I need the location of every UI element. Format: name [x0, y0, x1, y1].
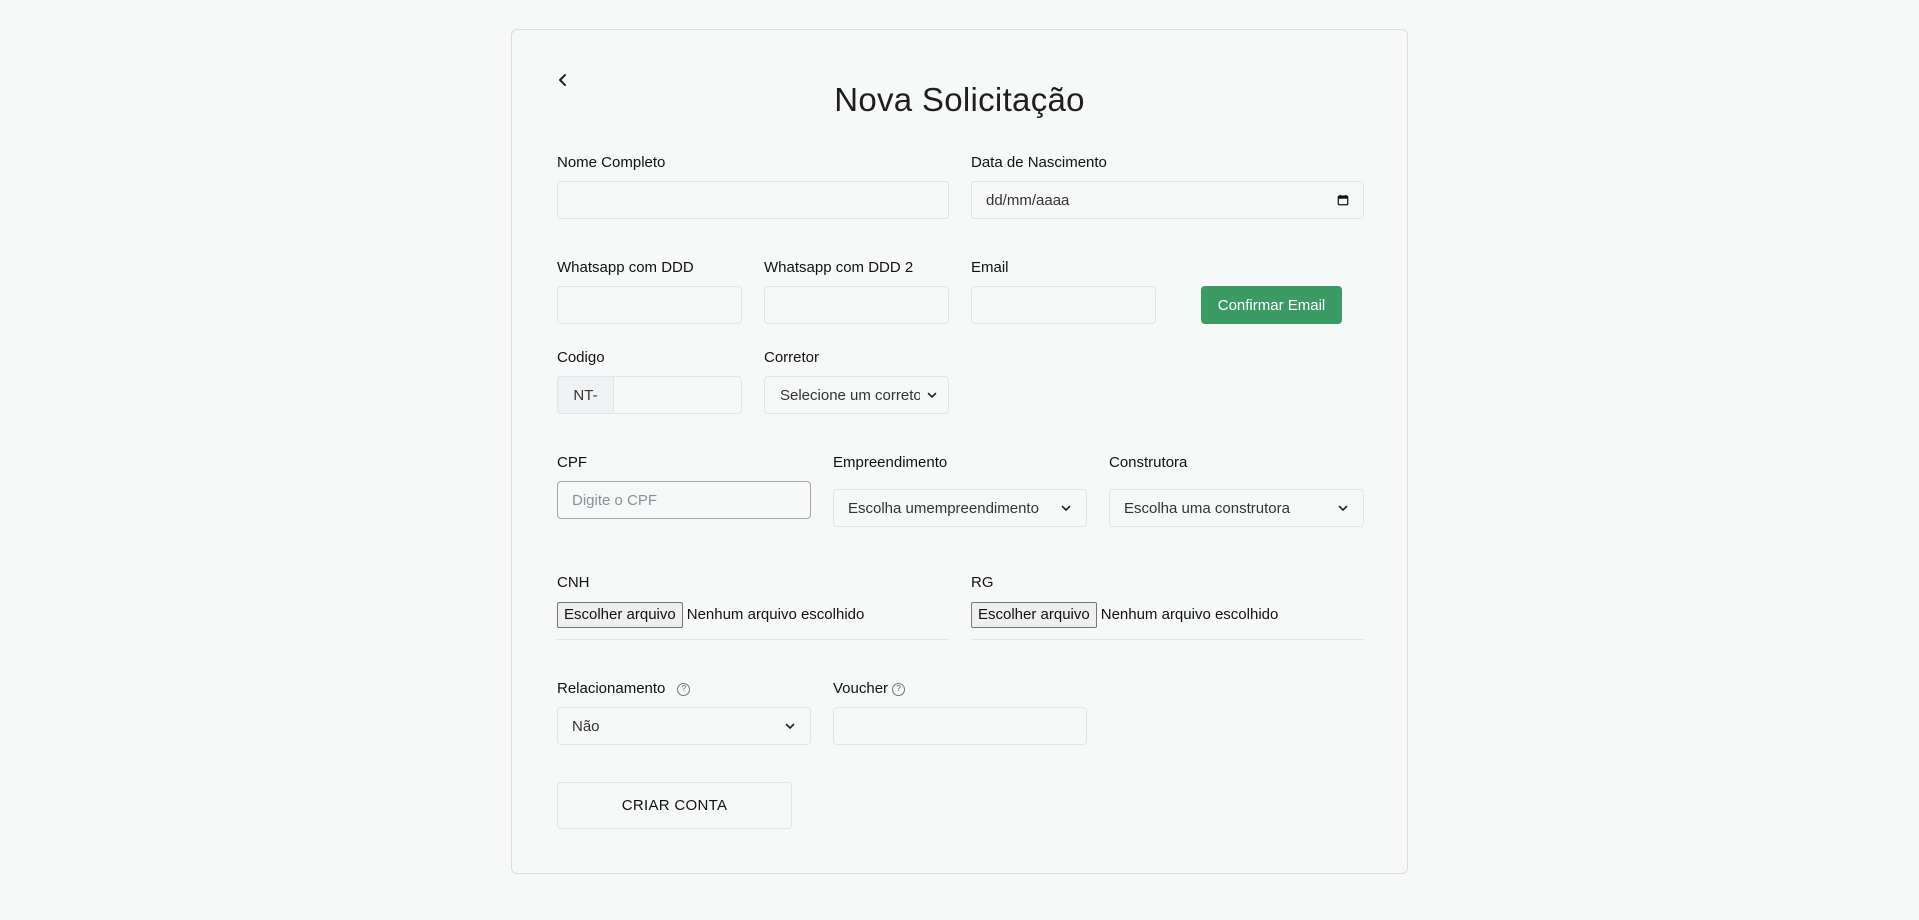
- empreendimento-label: Empreendimento: [833, 454, 948, 471]
- relacionamento-label-group: Relacionamento?: [557, 680, 691, 697]
- whatsapp2-label: Whatsapp com DDD 2: [764, 259, 914, 276]
- rg-file-status: Nenhum arquivo escolhido: [1100, 606, 1279, 623]
- chevron-down-icon: [785, 723, 795, 729]
- empreendimento-selected: Escolha umempreendimento: [848, 499, 1039, 517]
- help-icon[interactable]: ?: [892, 682, 906, 696]
- codigo-prefix: NT-: [557, 376, 613, 414]
- relacionamento-label: Relacionamento: [557, 680, 666, 697]
- cnh-choose-file-button[interactable]: Escolher arquivo: [557, 601, 683, 628]
- nome-input[interactable]: [557, 181, 949, 219]
- cnh-file-input: Escolher arquivo Nenhum arquivo escolhid…: [557, 601, 949, 640]
- whatsapp-label: Whatsapp com DDD: [557, 259, 694, 276]
- whatsapp2-input[interactable]: [764, 286, 949, 324]
- nascimento-label: Data de Nascimento: [971, 154, 1107, 171]
- voucher-input[interactable]: [833, 707, 1087, 745]
- whatsapp-input[interactable]: [557, 286, 742, 324]
- criar-conta-button[interactable]: CRIAR CONTA: [557, 782, 792, 829]
- empreendimento-select[interactable]: Escolha umempreendimento: [833, 489, 1087, 527]
- calendar-icon[interactable]: [1337, 194, 1349, 206]
- codigo-input-group: NT-: [557, 376, 742, 414]
- codigo-label: Codigo: [557, 349, 605, 366]
- corretor-select[interactable]: Selecione um correto: [764, 376, 949, 414]
- chevron-down-icon: [1061, 505, 1071, 511]
- construtora-label: Construtora: [1109, 454, 1188, 471]
- relacionamento-select[interactable]: Não: [557, 707, 811, 745]
- chevron-down-icon: [927, 392, 937, 398]
- rg-choose-file-button[interactable]: Escolher arquivo: [971, 601, 1097, 628]
- cpf-placeholder: Digite o CPF: [572, 491, 658, 509]
- cnh-file-status: Nenhum arquivo escolhido: [686, 606, 865, 623]
- nascimento-date-input[interactable]: dd/mm/aaaa: [971, 181, 1364, 219]
- cpf-label: CPF: [557, 454, 587, 471]
- rg-label: RG: [971, 574, 994, 591]
- corretor-label: Corretor: [764, 349, 820, 366]
- email-label: Email: [971, 259, 1009, 276]
- construtora-selected: Escolha uma construtora: [1124, 499, 1290, 517]
- voucher-label: Voucher: [833, 680, 889, 697]
- corretor-selected: Selecione um correto: [780, 386, 920, 404]
- nascimento-date-value: dd/mm/aaaa: [986, 191, 1070, 209]
- confirmar-email-button[interactable]: Confirmar Email: [1201, 286, 1342, 324]
- cpf-input[interactable]: Digite o CPF: [557, 481, 811, 519]
- form-card: Nova Solicitação Nome Completo Data de N…: [511, 29, 1408, 874]
- relacionamento-selected: Não: [572, 717, 600, 735]
- construtora-select[interactable]: Escolha uma construtora: [1109, 489, 1364, 527]
- rg-file-input: Escolher arquivo Nenhum arquivo escolhid…: [971, 601, 1364, 640]
- page-title: Nova Solicitação: [834, 81, 1085, 118]
- voucher-label-group: Voucher?: [833, 680, 906, 697]
- cnh-label: CNH: [557, 574, 590, 591]
- nome-label: Nome Completo: [557, 154, 666, 171]
- codigo-input[interactable]: [613, 376, 742, 414]
- email-input[interactable]: [971, 286, 1156, 324]
- chevron-down-icon: [1338, 505, 1348, 511]
- help-icon[interactable]: ?: [677, 682, 691, 696]
